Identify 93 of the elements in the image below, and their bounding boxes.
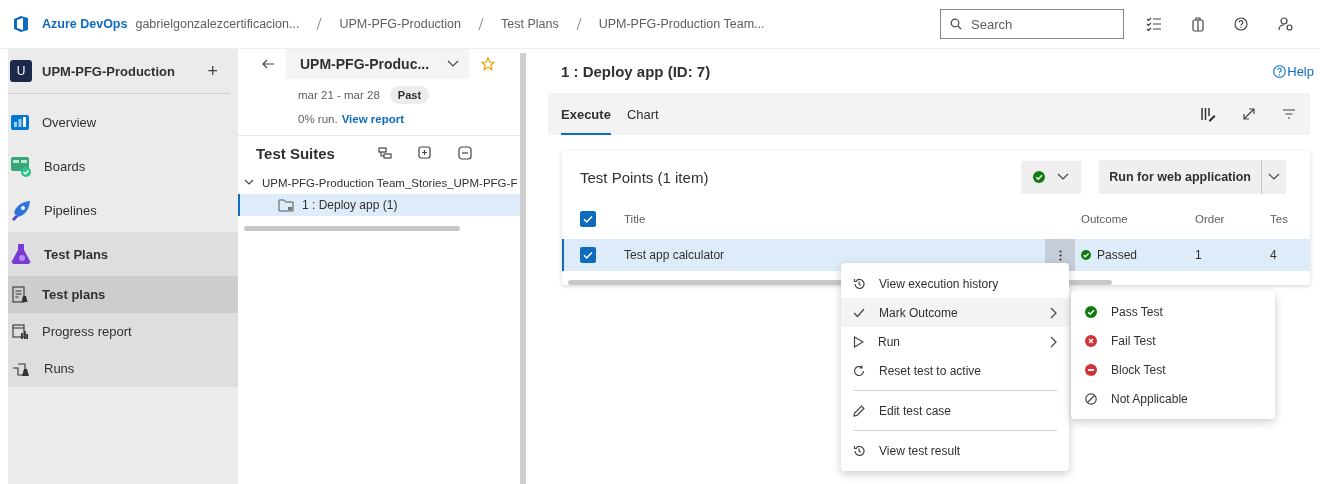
tree-item[interactable]: UPM-PFG-Production Team_Stories_UPM-PFG-F [238,172,520,194]
chevron-down-icon[interactable] [1057,173,1070,181]
table-cell: Test app calculator [624,248,725,262]
breadcrumb-link[interactable]: Test Plans [501,17,559,31]
breadcrumb-link[interactable]: gabrielgonzalezcertificacion... [135,17,300,31]
tab[interactable]: Chart [626,93,659,135]
overview-icon [10,112,30,132]
chevron-down-icon[interactable] [447,60,460,68]
select-all-checkbox[interactable] [580,211,596,227]
search-icon [950,18,962,30]
column-header: Outcome [1080,213,1129,225]
table-row[interactable]: Test app calculator Passed 1 4 [562,239,1310,271]
run-button[interactable]: Run for web application [1099,160,1286,194]
status-badge: Past [389,86,430,104]
menu-item[interactable]: Pass Test [1071,297,1275,326]
add-suite-icon[interactable] [418,146,432,160]
error-icon [1085,334,1097,347]
expand-icon[interactable] [1242,107,1256,121]
add-button[interactable]: + [207,60,218,82]
hierarchy-icon[interactable] [378,147,392,159]
nav-item[interactable]: Boards [8,144,238,188]
checkmark-icon [853,307,865,318]
not-applicable-icon [1085,392,1097,405]
table-cell-text: 1 [1195,248,1203,262]
help-link[interactable]: Help [1273,63,1314,79]
play-icon [853,335,864,348]
back-button[interactable] [262,59,274,69]
menu-item[interactable]: Not Applicable [1071,384,1275,413]
card-title: Test Points (1 item) [580,168,710,186]
menu-item[interactable]: View test result [841,436,1069,465]
menu-item[interactable]: Edit test case [841,396,1069,425]
help-icon [1273,64,1287,78]
report-icon [12,323,28,340]
column-header: Title [624,213,647,225]
history-icon [853,444,865,457]
nav-item[interactable]: Pipelines [8,188,238,232]
column-header: Order [1195,213,1226,225]
runs-icon [12,360,30,377]
menu-item[interactable]: View execution history [841,269,1069,298]
breadcrumb-separator [574,17,583,31]
nav-item[interactable]: Test Plans [8,232,238,276]
breadcrumb-link[interactable]: UPM-PFG-Production [339,17,461,31]
menu-item[interactable]: Reset test to active [841,356,1069,385]
column-options-icon[interactable] [1200,106,1216,122]
star-icon[interactable] [481,57,496,71]
refresh-icon [853,364,865,377]
column-header: Tes [1270,213,1289,225]
nav-item[interactable]: Overview [8,100,238,144]
brand-name: Azure DevOps [42,17,128,31]
history-icon [853,277,865,290]
date-range: mar 21 - mar 28 [298,89,380,101]
chevron-down-icon[interactable] [1268,173,1280,181]
user-settings-icon[interactable] [1278,16,1294,32]
boards-icon [10,155,32,177]
pipelines-icon [10,199,32,221]
shopping-bag-icon[interactable] [1192,16,1204,32]
section-title: Test Suites [256,144,336,162]
breadcrumb-separator [315,17,324,31]
table-cell-text: 4 [1270,248,1278,262]
folder-icon [278,198,294,212]
back-arrow-icon [262,59,274,69]
search-field[interactable]: Search [940,9,1124,39]
outcome-dropdown[interactable] [1021,160,1082,194]
more-icon [1058,249,1062,261]
plan-dropdown[interactable]: UPM-PFG-Produc... [286,49,470,79]
menu-item[interactable]: Block Test [1071,355,1275,384]
menu-item[interactable]: Fail Test [1071,326,1275,355]
view-report-link[interactable]: View report [341,113,405,125]
nav-item[interactable]: Progress report [8,313,238,350]
page-title: 1 : Deploy app (ID: 7) [561,62,712,80]
check-circle-icon [1033,171,1046,183]
menu-item[interactable]: Run [841,327,1069,356]
blocked-icon [1085,363,1097,376]
project-name: UPM-PFG-Production [42,63,176,79]
breadcrumb-link[interactable]: UPM-PFG-Production Team... [598,17,765,31]
pencil-icon [853,404,865,417]
nav-item[interactable]: Runs [8,350,238,387]
menu-item[interactable]: Mark Outcome [841,298,1069,327]
row-checkbox[interactable] [580,247,596,263]
help-icon[interactable] [1234,17,1248,31]
collapse-icon[interactable] [458,146,472,160]
table-cell: Passed [1097,248,1138,262]
tree-item[interactable]: 1 : Deploy app (1) [238,194,520,216]
nav-item[interactable]: Test plans [8,276,238,313]
checklist-icon[interactable] [1146,17,1162,31]
azure-devops-logo-icon [12,15,30,33]
flask-icon [10,243,32,265]
test-plans-icon [12,285,28,304]
chevron-down-icon [244,179,254,187]
tab[interactable]: Execute [561,93,611,135]
project-avatar: U [10,60,32,82]
breadcrumb-separator [477,17,485,31]
check-circle-icon [1085,305,1097,318]
